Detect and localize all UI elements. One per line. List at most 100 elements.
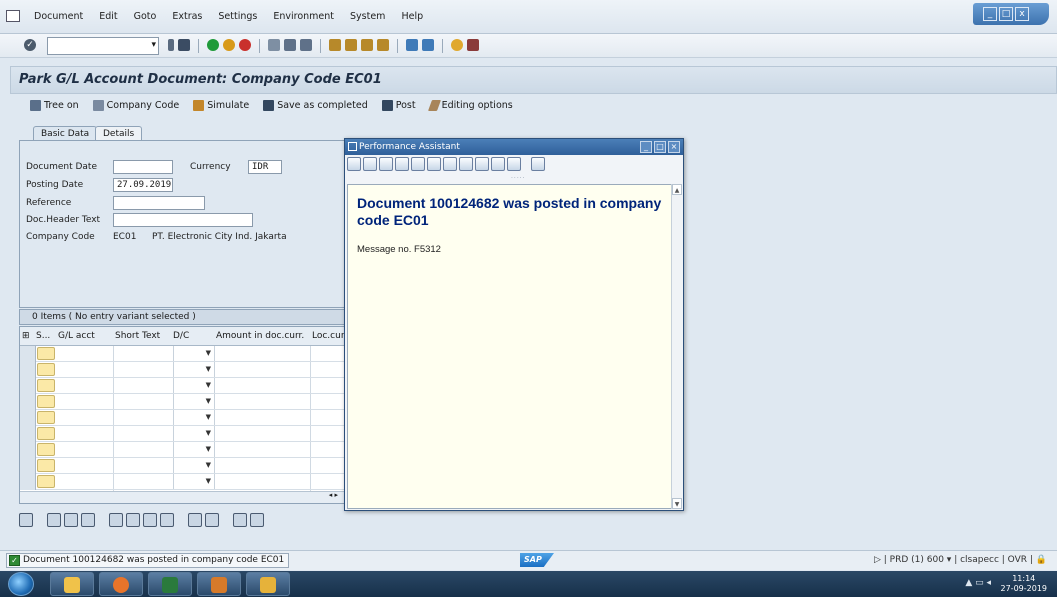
chevron-down-icon[interactable]: ▼: [206, 397, 211, 405]
table-row[interactable]: ▼: [20, 394, 346, 410]
filter-icon[interactable]: [250, 513, 264, 527]
menu-settings[interactable]: Settings: [210, 11, 265, 22]
menu-system[interactable]: System: [342, 11, 393, 22]
link-icon[interactable]: [475, 157, 489, 171]
table-row[interactable]: ▼: [20, 410, 346, 426]
lock-icon[interactable]: 🔒: [1036, 555, 1047, 565]
back-icon[interactable]: [207, 39, 219, 51]
back-arrow-icon[interactable]: [168, 39, 174, 51]
editing-options-button[interactable]: Editing options: [427, 99, 513, 111]
company-code-button[interactable]: Company Code: [92, 99, 179, 111]
splitter-handle[interactable]: .....: [511, 173, 526, 180]
maximize-icon[interactable]: □: [654, 141, 666, 153]
column-local-curr[interactable]: Loc.curr: [312, 331, 346, 341]
table-icon[interactable]: [459, 157, 473, 171]
select-all-icon[interactable]: [47, 513, 61, 527]
tab-basic-data[interactable]: Basic Data: [33, 126, 98, 141]
copy-icon[interactable]: [188, 513, 202, 527]
menu-help[interactable]: Help: [393, 11, 431, 22]
column-amount-doc-curr[interactable]: Amount in doc.curr.: [216, 331, 304, 341]
menu-edit[interactable]: Edit: [91, 11, 125, 22]
eraser-icon[interactable]: [379, 157, 393, 171]
next-page-icon[interactable]: [361, 39, 373, 51]
tray-icons[interactable]: ▲ ▭ ◂: [965, 578, 991, 588]
table-row[interactable]: ▼: [20, 362, 346, 378]
print-icon[interactable]: [443, 157, 457, 171]
comment-icon[interactable]: [427, 157, 441, 171]
chevron-down-icon[interactable]: ▼: [206, 445, 211, 453]
scroll-up-icon[interactable]: ▲: [672, 184, 682, 195]
customize-layout-icon[interactable]: [467, 39, 479, 51]
document-icon[interactable]: [507, 157, 521, 171]
shortcut-icon[interactable]: [422, 39, 434, 51]
document-date-field[interactable]: [113, 160, 173, 174]
simulate-button[interactable]: Simulate: [193, 99, 249, 111]
taskbar-sap-logon[interactable]: [246, 572, 290, 596]
close-icon[interactable]: ×: [668, 141, 680, 153]
system-id[interactable]: PRD (1) 600: [890, 555, 944, 565]
insert-mode[interactable]: OVR: [1008, 555, 1027, 565]
status-message[interactable]: ✓ Document 100124682 was posted in compa…: [6, 553, 289, 568]
column-debit-credit[interactable]: D/C: [173, 331, 189, 341]
chevron-down-icon[interactable]: ▼: [206, 413, 211, 421]
maximize-icon[interactable]: □: [999, 7, 1013, 21]
forward-arrow-icon[interactable]: [363, 157, 377, 171]
insert-row-icon[interactable]: [109, 513, 123, 527]
chevron-down-icon[interactable]: ▼: [206, 349, 211, 357]
posting-date-field[interactable]: 27.09.2019: [113, 178, 173, 192]
more-icon[interactable]: [143, 513, 157, 527]
details-icon[interactable]: [19, 513, 33, 527]
copy-row-icon[interactable]: [160, 513, 174, 527]
vertical-scrollbar[interactable]: ▲ ▼: [671, 184, 682, 509]
taskbar-excel[interactable]: [148, 572, 192, 596]
edit-icon[interactable]: [411, 157, 425, 171]
table-row[interactable]: ▼: [20, 442, 346, 458]
back-arrow-icon[interactable]: [347, 157, 361, 171]
find-icon[interactable]: [284, 39, 296, 51]
chevron-down-icon[interactable]: ▼: [206, 477, 211, 485]
minimize-icon[interactable]: _: [640, 141, 652, 153]
post-button[interactable]: Post: [381, 99, 416, 111]
enter-icon[interactable]: ✓: [24, 39, 36, 51]
chevron-down-icon[interactable]: ▾: [151, 40, 156, 50]
table-row[interactable]: ▼: [20, 378, 346, 394]
save-as-completed-button[interactable]: Save as completed: [263, 99, 368, 111]
print-icon[interactable]: [268, 39, 280, 51]
start-button[interactable]: [8, 572, 34, 596]
table-settings-icon[interactable]: ⊞: [22, 331, 30, 341]
help-icon[interactable]: [451, 39, 463, 51]
dialog-title-bar[interactable]: Performance Assistant _ □ ×: [345, 139, 683, 155]
tree-on-button[interactable]: Tree on: [30, 99, 79, 111]
bookmark-icon[interactable]: [491, 157, 505, 171]
menu-window-icon[interactable]: [6, 10, 20, 22]
chevron-down-icon[interactable]: ▼: [206, 461, 211, 469]
menu-extras[interactable]: Extras: [164, 11, 210, 22]
menu-document[interactable]: Document: [26, 11, 91, 22]
table-row[interactable]: ▼: [20, 474, 346, 490]
table-row[interactable]: ▼: [20, 346, 346, 362]
reference-field[interactable]: [113, 196, 205, 210]
scroll-down-icon[interactable]: ▼: [672, 498, 682, 509]
close-icon[interactable]: x: [1015, 7, 1029, 21]
technical-info-icon[interactable]: [395, 157, 409, 171]
column-gl-account[interactable]: G/L acct: [58, 331, 95, 341]
close-icon[interactable]: [531, 157, 545, 171]
play-icon[interactable]: ▷: [874, 555, 881, 565]
table-row[interactable]: ▼: [20, 426, 346, 442]
taskbar-outlook[interactable]: [197, 572, 241, 596]
command-field[interactable]: ▾: [47, 37, 159, 55]
delete-row-icon[interactable]: [126, 513, 140, 527]
select-block-icon[interactable]: [81, 513, 95, 527]
doc-header-text-field[interactable]: [113, 213, 253, 227]
tab-details[interactable]: Details: [95, 126, 143, 141]
column-short-text[interactable]: Short Text: [115, 331, 160, 341]
save-icon[interactable]: [178, 39, 190, 51]
sort-ascending-icon[interactable]: [233, 513, 247, 527]
chevron-down-icon[interactable]: ▼: [206, 381, 211, 389]
scroll-arrows-icon[interactable]: ◂ ▸: [329, 491, 338, 499]
previous-page-icon[interactable]: [345, 39, 357, 51]
chevron-down-icon[interactable]: ▼: [206, 365, 211, 373]
horizontal-scrollbar[interactable]: ◂ ▸: [20, 491, 346, 503]
chevron-down-icon[interactable]: ▼: [206, 429, 211, 437]
menu-goto[interactable]: Goto: [126, 11, 165, 22]
